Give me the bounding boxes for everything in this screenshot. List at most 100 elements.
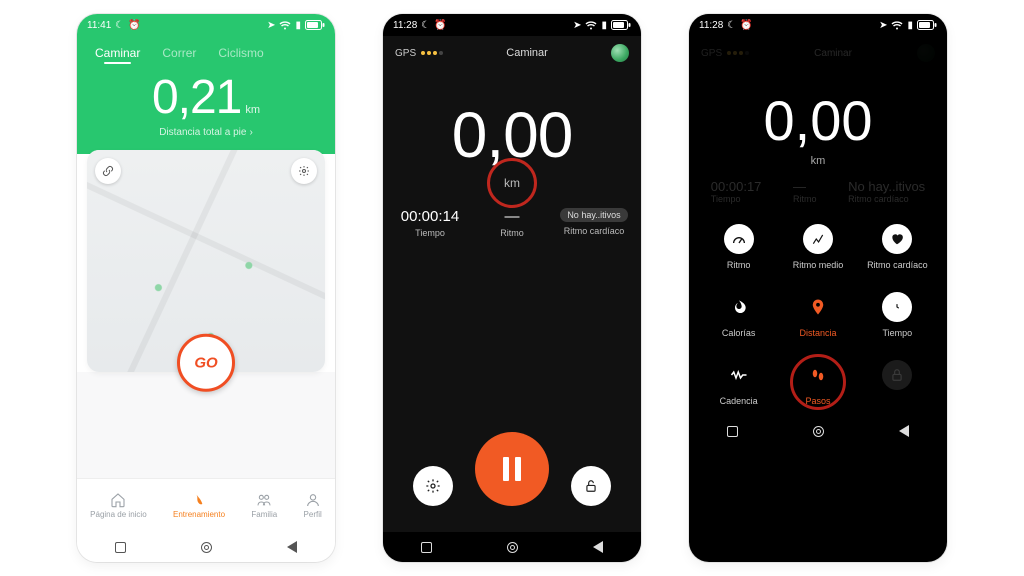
alarm-icon: ⏰ xyxy=(740,20,752,31)
clock-icon xyxy=(882,292,912,322)
metric-label: Calorías xyxy=(722,328,756,338)
location-icon: ➤ xyxy=(267,20,275,31)
metric-cadencia[interactable]: Cadencia xyxy=(699,360,778,406)
signal-icon: ▮ xyxy=(601,20,607,31)
wifi-icon xyxy=(891,21,903,30)
metric-ritmo[interactable]: Ritmo xyxy=(699,224,778,270)
heart-icon xyxy=(882,224,912,254)
nav-training-label: Entrenamiento xyxy=(173,510,225,519)
go-label: GO xyxy=(194,354,217,371)
sys-recent[interactable] xyxy=(421,542,432,553)
distance-value: 0,21 xyxy=(152,70,241,125)
metric-label: Tiempo xyxy=(882,328,912,338)
location-icon: ➤ xyxy=(573,20,581,31)
metric-label: Ritmo xyxy=(727,260,751,270)
metric-calorias[interactable]: Calorías xyxy=(699,292,778,338)
battery-icon xyxy=(611,20,631,30)
workout-header: GPS Caminar xyxy=(383,36,641,70)
gear-icon xyxy=(425,478,441,494)
feet-icon xyxy=(803,360,833,390)
tab-cycle[interactable]: Ciclismo xyxy=(218,46,263,60)
sys-back[interactable] xyxy=(899,425,909,437)
unlock-icon xyxy=(584,479,598,493)
settings-button[interactable] xyxy=(413,466,453,506)
nav-home-label: Página de inicio xyxy=(90,510,146,519)
status-time: 11:41 xyxy=(87,20,111,31)
nav-family-label: Familia xyxy=(251,510,277,519)
nav-family[interactable]: Familia xyxy=(251,492,277,519)
moon-icon: ☾ xyxy=(727,20,736,31)
controls-row xyxy=(383,238,641,532)
system-nav xyxy=(77,532,335,562)
link-icon-button[interactable] xyxy=(95,158,121,184)
battery-icon xyxy=(917,20,937,30)
stat-time[interactable]: 00:00:14 Tiempo xyxy=(394,208,466,238)
sys-back[interactable] xyxy=(593,541,603,553)
signal-icon: ▮ xyxy=(295,20,301,31)
gauge-icon xyxy=(724,224,754,254)
alarm-icon: ⏰ xyxy=(434,20,446,31)
moon-icon: ☾ xyxy=(421,20,430,31)
activity-tabs: Caminar Correr Ciclismo xyxy=(77,36,335,64)
stat-hr[interactable]: No hay..itivos Ritmo cardíaco xyxy=(558,208,630,238)
profile-icon xyxy=(305,492,321,508)
stats-row-dim: 00:00:17Tiempo —Ritmo No hay..itivosRitm… xyxy=(689,167,947,204)
workout-header-dim: GPS Caminar xyxy=(689,36,947,70)
distance-subtitle: Distancia total a pie xyxy=(159,127,246,138)
training-icon xyxy=(191,492,207,508)
metric-tiempo[interactable]: Tiempo xyxy=(858,292,937,338)
faint-hr-value: No hay..itivos xyxy=(848,179,925,194)
phone-3: 11:28 ☾ ⏰ ➤ ▮ GPS Caminar 0,00 km 00:00:… xyxy=(689,14,947,562)
stat-pace-value: — xyxy=(476,208,548,225)
gps-dots-icon xyxy=(421,51,443,55)
sys-home[interactable] xyxy=(507,542,518,553)
metric-ritmo-medio[interactable]: Ritmo medio xyxy=(778,224,857,270)
metric-distancia[interactable]: Distancia xyxy=(778,292,857,338)
sys-recent[interactable] xyxy=(727,426,738,437)
sys-back[interactable] xyxy=(287,541,297,553)
status-time: 11:28 xyxy=(699,20,723,31)
metric-ritmo-cardiaco[interactable]: Ritmo cardíaco xyxy=(858,224,937,270)
nav-home[interactable]: Página de inicio xyxy=(90,492,146,519)
nav-training[interactable]: Entrenamiento xyxy=(173,492,225,519)
location-icon: ➤ xyxy=(879,20,887,31)
map-toggle-button[interactable] xyxy=(611,44,629,62)
distance-unit[interactable]: km xyxy=(496,172,528,194)
distance-value: 0,00 xyxy=(689,88,947,153)
stat-pace[interactable]: — Ritmo xyxy=(476,208,548,238)
metric-label: Pasos xyxy=(805,396,830,406)
nav-profile[interactable]: Perfil xyxy=(304,492,322,519)
stat-hr-value: No hay..itivos xyxy=(560,208,627,222)
chart-icon xyxy=(803,224,833,254)
signal-icon: ▮ xyxy=(907,20,913,31)
tab-walk[interactable]: Caminar xyxy=(95,46,140,60)
pause-button[interactable] xyxy=(475,432,549,506)
moon-icon: ☾ xyxy=(115,20,124,31)
metric-label: Ritmo cardíaco xyxy=(867,260,928,270)
wifi-icon xyxy=(279,21,291,30)
sys-recent[interactable] xyxy=(115,542,126,553)
go-button[interactable]: GO xyxy=(177,334,235,392)
battery-icon xyxy=(305,20,325,30)
distance-subtitle-row[interactable]: Distancia total a pie› xyxy=(77,127,335,138)
system-nav xyxy=(689,416,947,446)
metric-picker-grid: Ritmo Ritmo medio Ritmo cardíaco Caloría… xyxy=(689,204,947,416)
faint-time-value: 00:00:17 xyxy=(711,179,762,194)
stat-time-value: 00:00:14 xyxy=(394,208,466,225)
sys-home[interactable] xyxy=(201,542,212,553)
tab-run[interactable]: Correr xyxy=(162,46,196,60)
system-nav xyxy=(383,532,641,562)
activity-label: Caminar xyxy=(506,47,548,59)
lock-button[interactable] xyxy=(571,466,611,506)
distance-unit: km xyxy=(689,155,947,167)
metric-pasos[interactable]: Pasos xyxy=(778,360,857,406)
sys-home[interactable] xyxy=(813,426,824,437)
pause-icon xyxy=(503,457,521,481)
gps-indicator: GPS xyxy=(395,48,443,59)
wave-icon xyxy=(724,360,754,390)
distance-display: 0,21km xyxy=(77,64,335,125)
metric-label: Ritmo medio xyxy=(793,260,844,270)
settings-icon-button[interactable] xyxy=(291,158,317,184)
nav-profile-label: Perfil xyxy=(304,510,322,519)
home-icon xyxy=(110,492,126,508)
